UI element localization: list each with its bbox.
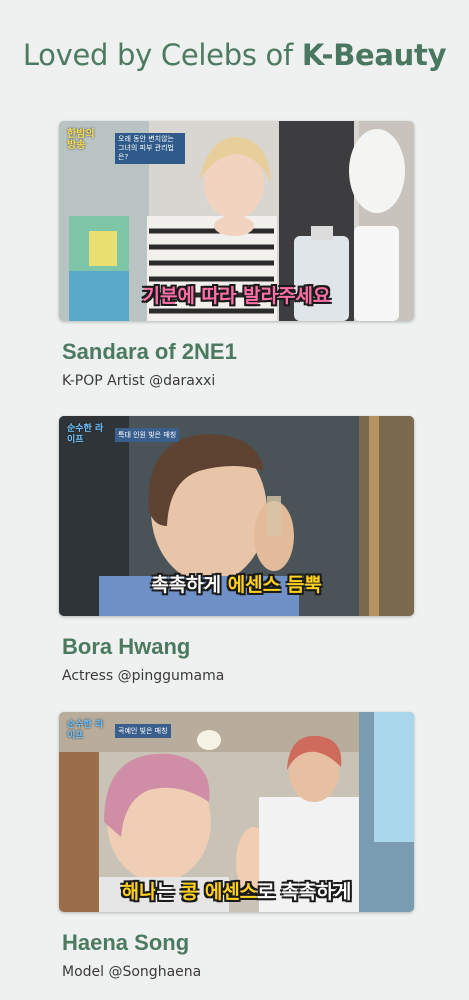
page-title: Loved by Celebs of K-Beauty bbox=[0, 38, 469, 72]
video-caption: 기분에 따라 발라주세요 bbox=[142, 285, 331, 307]
video-caption: 해나는 콩 에센스로 촉촉하게 bbox=[59, 877, 414, 904]
caption-part-yellow: 콩 에센스 bbox=[180, 881, 258, 903]
celeb-handle: K-POP Artist @daraxxi bbox=[62, 373, 216, 389]
show-logo: 한밤의 방송 bbox=[67, 129, 95, 151]
celeb-handle: Model @Songhaena bbox=[62, 964, 202, 980]
caption-part-white: 로 촉촉하게 bbox=[257, 881, 352, 903]
celeb-video-thumbnail[interactable]: 순수한 라이프 특대 인원 빛은 매칭 촉촉하게 에센스 듬뿍 bbox=[59, 416, 414, 616]
overlay-text: 오래 동안 변치않는 그녀의 피부 관리법은? bbox=[115, 133, 185, 164]
celeb-video-thumbnail[interactable]: 한밤의 방송 오래 동안 변치않는 그녀의 피부 관리법은? 기분에 따라 발라… bbox=[59, 121, 414, 321]
title-emphasis: K-Beauty bbox=[301, 38, 447, 72]
overlay-text: 특대 인원 빛은 매칭 bbox=[115, 428, 180, 442]
caption-part-yellow: 해나 bbox=[121, 881, 157, 903]
caption-part-white: 는 bbox=[156, 881, 181, 903]
show-logo: 순수한 라이프 bbox=[67, 720, 104, 741]
celeb-name: Bora Hwang bbox=[62, 634, 191, 659]
video-caption: 촉촉하게 에센스 듬뿍 bbox=[59, 570, 414, 597]
celeb-video-thumbnail[interactable]: 순수한 라이프 곡예인 빛은 매칭 해나는 콩 에센스로 촉촉하게 bbox=[59, 712, 414, 912]
celeb-card-bora[interactable]: 순수한 라이프 특대 인원 빛은 매칭 촉촉하게 에센스 듬뿍 Bora Hwa… bbox=[59, 416, 414, 684]
celeb-handle: Actress @pinggumama bbox=[62, 668, 225, 684]
caption-part-white: 촉촉하게 bbox=[151, 574, 228, 596]
celeb-name: Haena Song bbox=[62, 930, 190, 955]
caption-part-yellow: 에센스 듬뿍 bbox=[227, 574, 322, 596]
celeb-card-sandara[interactable]: 한밤의 방송 오래 동안 변치않는 그녀의 피부 관리법은? 기분에 따라 발라… bbox=[59, 121, 414, 389]
title-prefix: Loved by Celebs of bbox=[22, 38, 293, 72]
celeb-name: Sandara of 2NE1 bbox=[62, 339, 237, 364]
celeb-card-haena[interactable]: 순수한 라이프 곡예인 빛은 매칭 해나는 콩 에센스로 촉촉하게 Haena … bbox=[59, 712, 414, 980]
show-logo: 순수한 라이프 bbox=[67, 424, 104, 445]
overlay-text: 곡예인 빛은 매칭 bbox=[115, 724, 171, 738]
